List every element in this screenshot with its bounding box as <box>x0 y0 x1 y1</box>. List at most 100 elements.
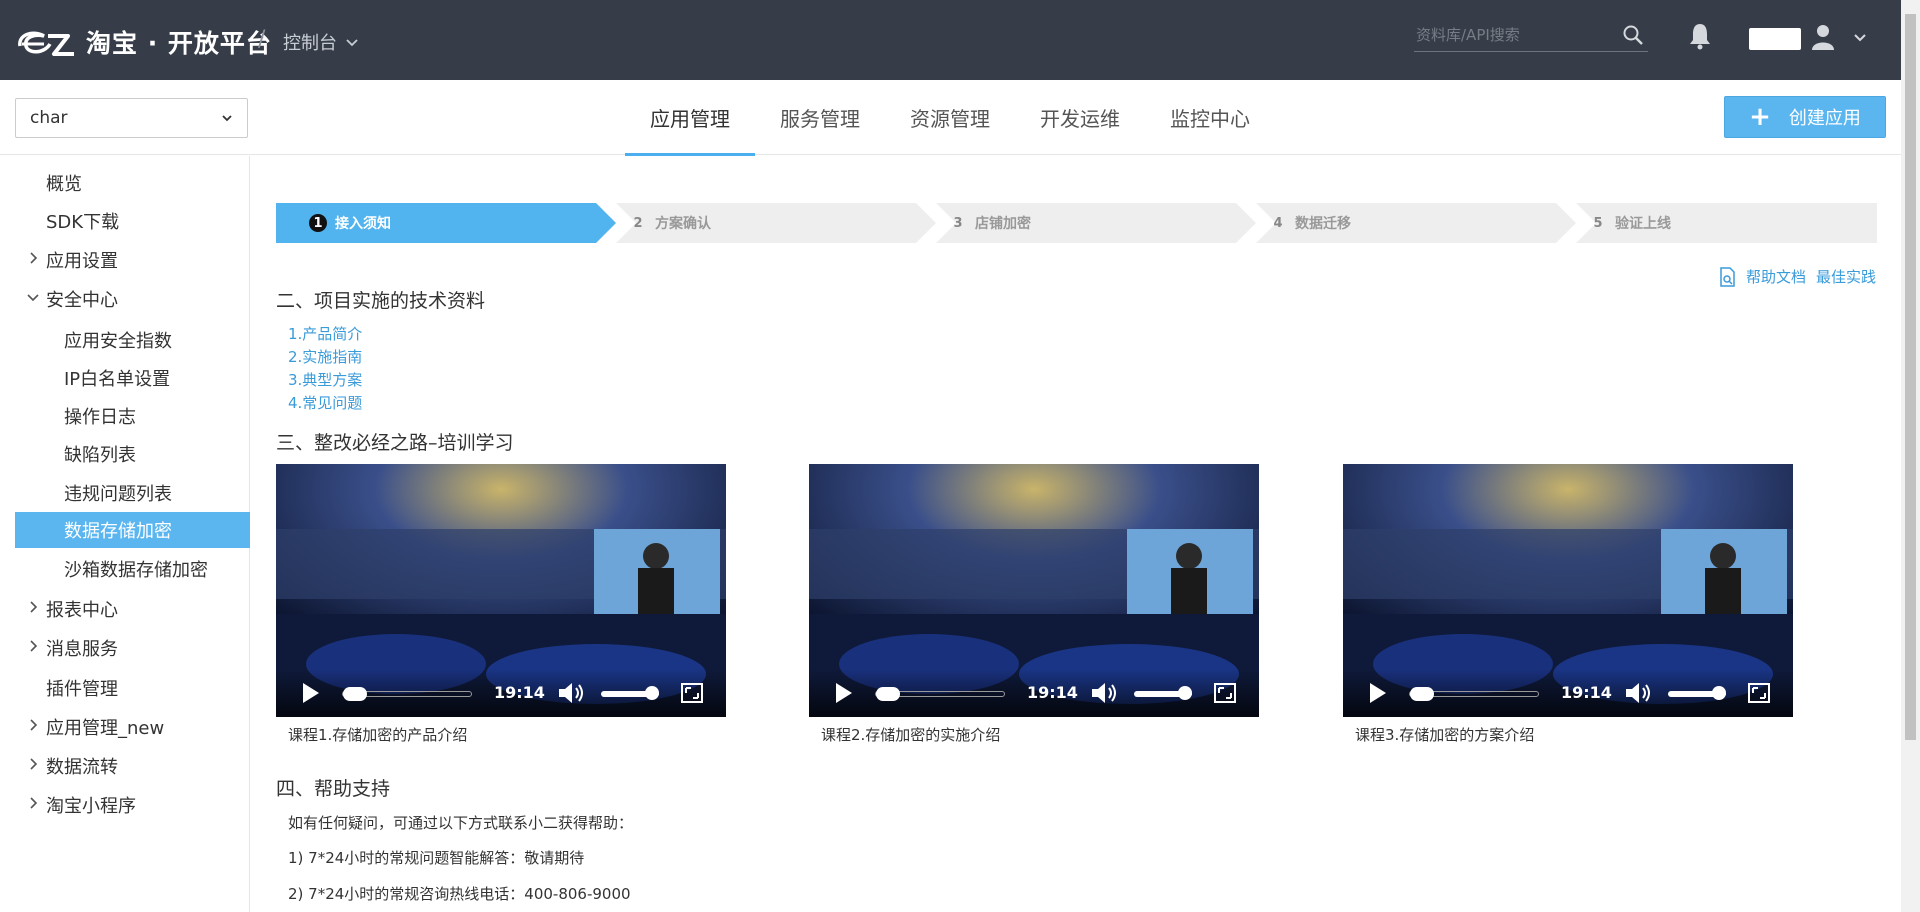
console-menu[interactable]: 控制台 <box>283 29 359 55</box>
play-icon[interactable] <box>1365 681 1389 705</box>
tab-devops[interactable]: 开发运维 <box>1015 80 1145 155</box>
sidebar-item-security-index[interactable]: 应用安全指数 <box>0 322 250 358</box>
sidebar-item-operation-log[interactable]: 操作日志 <box>0 398 250 434</box>
step-label: 数据迁移 <box>1295 216 1351 232</box>
volume-knob[interactable] <box>1178 686 1192 700</box>
help-links: 帮助文档 最佳实践 <box>1718 266 1876 287</box>
username-box[interactable] <box>1749 28 1801 50</box>
progress-knob[interactable] <box>343 687 367 701</box>
sidebar-item-reports[interactable]: 报表中心 <box>0 591 250 627</box>
play-icon[interactable] <box>298 681 322 705</box>
step-3: 3 店铺加密 <box>949 203 1031 243</box>
sidebar-item-message-service[interactable]: 消息服务 <box>0 630 250 666</box>
video-player-2[interactable]: 19:14 <box>809 464 1259 717</box>
logo-mark-icon <box>18 31 74 56</box>
tab-label: 资源管理 <box>910 107 990 131</box>
sidebar-item-sdk[interactable]: SDK下载 <box>0 203 250 239</box>
step-number: 4 <box>1273 215 1283 231</box>
chevron-down-icon <box>27 294 39 302</box>
search-icon[interactable] <box>1622 24 1644 46</box>
tab-app-management[interactable]: 应用管理 <box>625 80 755 156</box>
sidebar-item-label: 违规问题列表 <box>64 484 172 505</box>
tab-service-management[interactable]: 服务管理 <box>755 80 885 155</box>
typical-solution-link[interactable]: 3.典型方案 <box>288 369 362 392</box>
document-icon <box>1720 266 1735 287</box>
video-duration: 19:14 <box>494 683 545 702</box>
progress-knob[interactable] <box>1410 687 1434 701</box>
product-intro-link[interactable]: 1.产品简介 <box>288 323 362 346</box>
implementation-guide-link[interactable]: 2.实施指南 <box>288 346 362 369</box>
chevron-down-icon <box>346 39 358 47</box>
search-input[interactable] <box>1416 26 1616 44</box>
sidebar: 概览 SDK下载 应用设置 安全中心 应用安全指数 IP白名单设置 操作日志 缺… <box>0 156 250 912</box>
sidebar-item-overview[interactable]: 概览 <box>0 165 250 201</box>
progress-knob[interactable] <box>876 687 900 701</box>
page-scrollbar[interactable] <box>1901 0 1920 912</box>
sidebar-item-label: 概览 <box>46 174 82 195</box>
brand-text: 淘宝 · 开放平台 <box>86 29 272 58</box>
progress-bar[interactable] <box>342 687 472 701</box>
sidebar-item-app-management-new[interactable]: 应用管理_new <box>0 709 250 745</box>
user-icon[interactable] <box>1811 24 1835 50</box>
sidebar-item-defect-list[interactable]: 缺陷列表 <box>0 436 250 472</box>
tab-monitoring[interactable]: 监控中心 <box>1145 80 1275 155</box>
section-tech-title: 二、项目实施的技术资料 <box>276 290 486 312</box>
best-practice-link[interactable]: 最佳实践 <box>1816 266 1876 287</box>
tab-label: 应用管理 <box>650 107 730 131</box>
support-line-1: 1) 7*24小时的常规问题智能解答：敬请期待 <box>288 849 585 867</box>
chevron-down-icon[interactable] <box>1853 30 1867 44</box>
sidebar-item-label: 插件管理 <box>46 679 118 700</box>
video-player-3[interactable]: 19:14 <box>1343 464 1793 717</box>
progress-bar[interactable] <box>1409 687 1539 701</box>
sidebar-item-label: 消息服务 <box>46 639 118 660</box>
sidebar-item-data-storage-encryption[interactable]: 数据存储加密 <box>15 512 250 548</box>
play-icon[interactable] <box>831 681 855 705</box>
scrollbar-thumb[interactable] <box>1905 14 1916 740</box>
top-navbar: 淘宝 · 开放平台 / 控制台 <box>0 0 1901 80</box>
chevron-right-icon <box>30 797 38 809</box>
sidebar-item-plugins[interactable]: 插件管理 <box>0 670 250 706</box>
step-number: 2 <box>633 215 643 231</box>
plus-icon: + <box>1749 102 1771 132</box>
tab-label: 监控中心 <box>1170 107 1250 131</box>
video-player-1[interactable]: 19:14 <box>276 464 726 717</box>
step-label: 接入须知 <box>335 216 391 232</box>
volume-icon[interactable] <box>557 681 585 705</box>
console-label: 控制台 <box>283 33 337 54</box>
sidebar-item-mini-program[interactable]: 淘宝小程序 <box>0 787 250 823</box>
step-2: 2 方案确认 <box>629 203 711 243</box>
fullscreen-icon[interactable] <box>1213 682 1237 704</box>
bell-icon[interactable] <box>1688 22 1712 50</box>
sidebar-item-security-center[interactable]: 安全中心 <box>0 281 250 317</box>
chevron-right-icon <box>30 252 38 264</box>
taobao-open-platform-logo[interactable]: 淘宝 · 开放平台 <box>14 24 272 60</box>
sidebar-item-app-settings[interactable]: 应用设置 <box>0 242 250 278</box>
progress-steps: 1 接入须知 2 方案确认 3 店铺加密 4 数据迁移 5 验证上线 <box>276 203 1877 243</box>
fullscreen-icon[interactable] <box>1747 682 1771 704</box>
sidebar-item-violations[interactable]: 违规问题列表 <box>0 475 250 511</box>
volume-knob[interactable] <box>645 686 659 700</box>
sidebar-item-data-flow[interactable]: 数据流转 <box>0 748 250 784</box>
sidebar-item-label: 应用设置 <box>46 251 118 272</box>
video-controls: 19:14 <box>1343 669 1793 717</box>
video-caption-2: 课程2.存储加密的实施介绍 <box>821 726 1001 744</box>
sidebar-item-label: 操作日志 <box>64 407 136 428</box>
video-caption-3: 课程3.存储加密的方案介绍 <box>1355 726 1535 744</box>
step-number: 1 <box>309 214 327 232</box>
create-app-button[interactable]: + 创建应用 <box>1724 96 1886 138</box>
sidebar-item-label: 淘宝小程序 <box>46 796 136 817</box>
progress-bar[interactable] <box>875 687 1005 701</box>
fullscreen-icon[interactable] <box>680 682 704 704</box>
volume-icon[interactable] <box>1090 681 1118 705</box>
app-select[interactable]: char <box>15 98 248 138</box>
volume-icon[interactable] <box>1624 681 1652 705</box>
tab-resource-management[interactable]: 资源管理 <box>885 80 1015 155</box>
sidebar-item-sandbox-encryption[interactable]: 沙箱数据存储加密 <box>0 551 250 587</box>
volume-knob[interactable] <box>1712 686 1726 700</box>
step-label: 店铺加密 <box>975 216 1031 232</box>
sidebar-item-label: 报表中心 <box>46 600 118 621</box>
faq-link[interactable]: 4.常见问题 <box>288 392 362 415</box>
chevron-down-icon <box>222 115 232 122</box>
sidebar-item-ip-whitelist[interactable]: IP白名单设置 <box>0 360 250 396</box>
help-doc-link[interactable]: 帮助文档 <box>1746 266 1806 287</box>
